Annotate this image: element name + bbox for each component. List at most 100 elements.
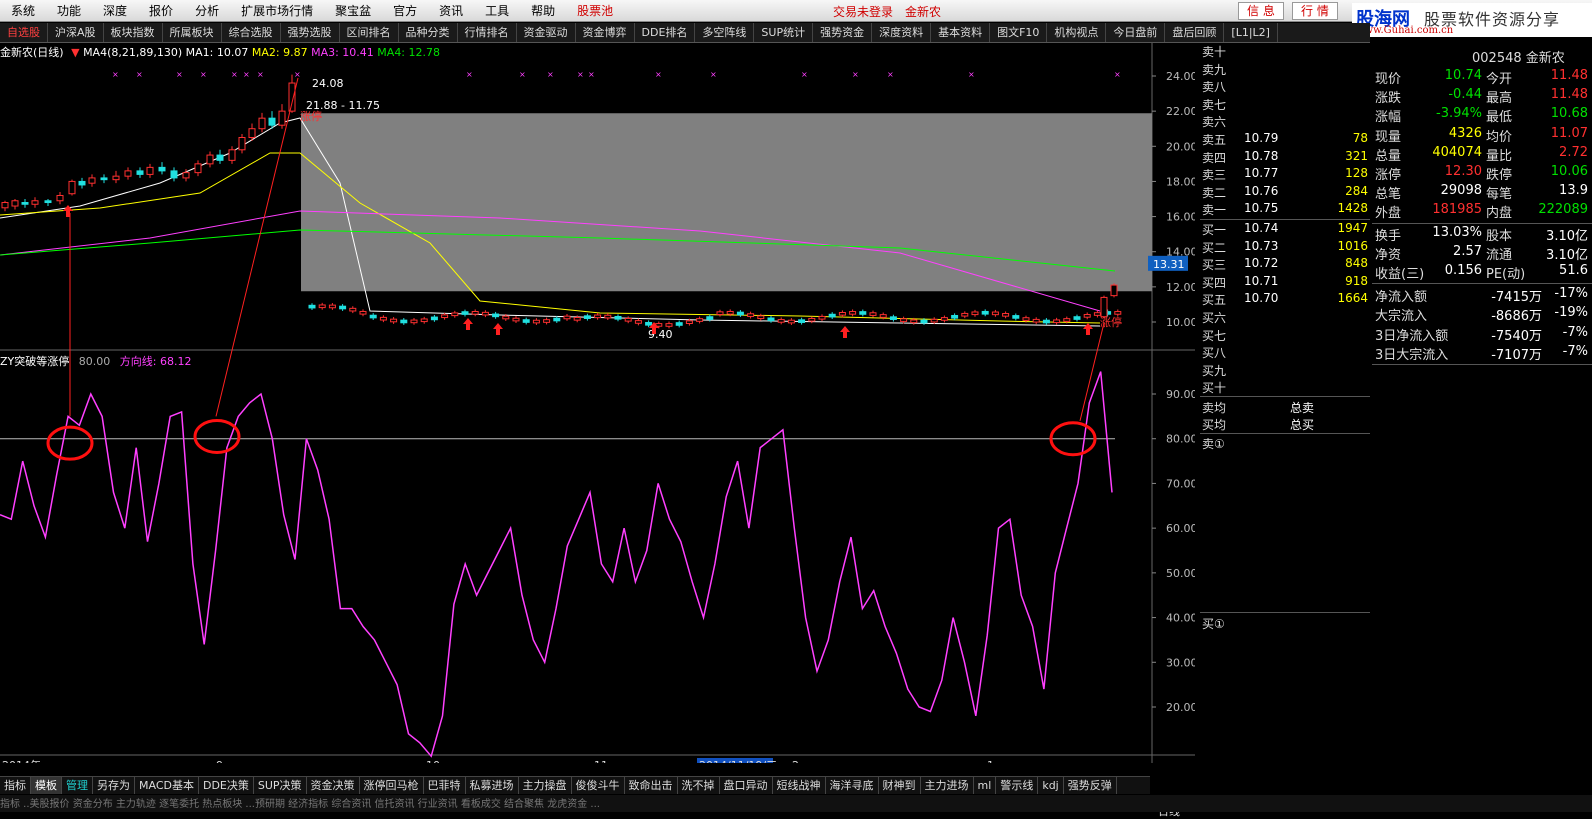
candle-body: [1093, 312, 1101, 316]
sell-level[interactable]: 卖十: [1200, 43, 1370, 59]
candle-body: [522, 319, 530, 323]
menu-item-2[interactable]: 深度: [92, 2, 138, 19]
tab-6[interactable]: 区间排名: [340, 23, 399, 42]
tab-20[interactable]: 盘后回顾: [1165, 23, 1225, 42]
tab-2[interactable]: 板块指数: [104, 23, 163, 42]
tab-17[interactable]: 图文F10: [990, 23, 1048, 42]
buy-level[interactable]: 买五 10.70 1664: [1200, 291, 1370, 307]
template-tab-5[interactable]: DDE决策: [199, 777, 254, 794]
template-tab-7[interactable]: 资金决策: [307, 777, 360, 794]
tab-19[interactable]: 今日盘前: [1106, 23, 1166, 42]
buy-level[interactable]: 买一 10.74 1947: [1200, 221, 1370, 237]
menu-item-10[interactable]: 帮助: [520, 2, 566, 19]
template-tab-17[interactable]: 海洋寻底: [826, 777, 879, 794]
template-tab-11[interactable]: 主力操盘: [519, 777, 572, 794]
tab-4[interactable]: 综合选股: [222, 23, 281, 42]
template-tab-12[interactable]: 俊俊斗牛: [572, 777, 625, 794]
menu-item-3[interactable]: 报价: [138, 2, 184, 19]
template-tab-0[interactable]: 指标: [0, 777, 31, 794]
sell-level[interactable]: 卖三 10.77 128: [1200, 166, 1370, 182]
tab-0[interactable]: 自选股: [0, 23, 48, 42]
tab-10[interactable]: 资金博弈: [576, 23, 635, 42]
chart-area[interactable]: 24.00 22.00 20.00 18.00 16.00 14.00 12.00 10.00…: [0, 43, 1198, 818]
candle-body: [359, 310, 367, 315]
buy-level[interactable]: 买九: [1200, 362, 1370, 378]
menu-item-7[interactable]: 官方: [382, 2, 428, 19]
template-tab-23[interactable]: 强势反弹: [1064, 777, 1117, 794]
candle-body: [339, 305, 347, 310]
sell-level[interactable]: 卖七: [1200, 96, 1370, 112]
template-tab-20[interactable]: ml: [974, 777, 997, 794]
template-tab-10[interactable]: 私募进场: [466, 777, 519, 794]
template-tab-1[interactable]: 模板: [31, 777, 62, 794]
tab-21[interactable]: [L1|L2]: [1224, 23, 1278, 42]
current-stock-name: 金新农: [905, 5, 942, 19]
buy-level[interactable]: 买三 10.72 848: [1200, 256, 1370, 272]
tab-7[interactable]: 品种分类: [399, 23, 458, 42]
template-tab-19[interactable]: 主力进场: [921, 777, 974, 794]
tab-16[interactable]: 基本资料: [931, 23, 991, 42]
template-tab-13[interactable]: 致命出击: [625, 777, 678, 794]
candle-body: [532, 319, 540, 324]
candle-body: [553, 317, 561, 322]
menu-item-4[interactable]: 分析: [184, 2, 230, 19]
tab-13[interactable]: SUP统计: [754, 23, 814, 42]
template-tab-2[interactable]: 管理: [62, 777, 93, 794]
buy-level[interactable]: 买六: [1200, 309, 1370, 325]
template-tab-21[interactable]: 警示线: [996, 777, 1039, 794]
tab-1[interactable]: 沪深A股: [48, 23, 104, 42]
sell-level[interactable]: 卖一 10.75 1428: [1200, 201, 1370, 217]
menu-item-0[interactable]: 系统: [0, 2, 46, 19]
template-tab-4[interactable]: MACD基本: [135, 777, 199, 794]
signal-marker: ×: [1114, 70, 1121, 79]
sell-level[interactable]: 卖六: [1200, 113, 1370, 129]
template-tab-14[interactable]: 洗不掉: [678, 777, 720, 794]
template-tab-15[interactable]: 盘口异动: [720, 777, 773, 794]
indicator-tick-label: 70.00: [1166, 477, 1195, 490]
tab-5[interactable]: 强势选股: [281, 23, 340, 42]
candle-body: [991, 311, 999, 316]
template-tab-8[interactable]: 涨停回马枪: [360, 777, 424, 794]
sell-level[interactable]: 卖八: [1200, 78, 1370, 94]
menu-item-6[interactable]: 聚宝盆: [324, 2, 382, 19]
candle-body: [808, 317, 816, 322]
menu-item-8[interactable]: 资讯: [428, 2, 474, 19]
buy-level[interactable]: 买十: [1200, 379, 1370, 395]
candle-body: [136, 170, 144, 175]
template-tab-18[interactable]: 财神到: [879, 777, 921, 794]
quote-button[interactable]: 行 情: [1292, 2, 1338, 20]
info-button[interactable]: 信 息: [1238, 2, 1284, 20]
fund-flow-row: 净流入额 -7415万 -17%: [1375, 286, 1588, 306]
sell-level[interactable]: 卖四 10.78 321: [1200, 149, 1370, 165]
kline-chart-svg[interactable]: 24.0022.0020.0018.0016.0014.0012.0010.00…: [0, 43, 1198, 772]
sell-level[interactable]: 卖九: [1200, 61, 1370, 77]
tab-3[interactable]: 所属板块: [163, 23, 222, 42]
tab-11[interactable]: DDE排名: [635, 23, 696, 42]
sell-level[interactable]: 卖五 10.79 78: [1200, 131, 1370, 147]
stock-pool-menu[interactable]: 股票池: [566, 2, 624, 19]
candle-body: [400, 319, 408, 324]
menu-item-5[interactable]: 扩展市场行情: [230, 2, 324, 19]
menu-item-9[interactable]: 工具: [474, 2, 520, 19]
buy-level[interactable]: 买二 10.73 1016: [1200, 239, 1370, 255]
template-tab-22[interactable]: kdj: [1038, 777, 1064, 794]
login-status[interactable]: 交易未登录: [833, 3, 893, 20]
tab-9[interactable]: 资金驱动: [517, 23, 576, 42]
tab-8[interactable]: 行情排名: [458, 23, 517, 42]
template-tab-3[interactable]: 另存为: [93, 777, 135, 794]
sell-level[interactable]: 卖二 10.76 284: [1200, 184, 1370, 200]
template-tab-6[interactable]: SUP决策: [254, 777, 307, 794]
signal-marker: ×: [243, 70, 250, 79]
tab-12[interactable]: 多空阵线: [695, 23, 755, 42]
menu-item-1[interactable]: 功能: [46, 2, 92, 19]
buy-level[interactable]: 买七: [1200, 327, 1370, 343]
buy-level[interactable]: 买四 10.71 918: [1200, 274, 1370, 290]
tab-14[interactable]: 强势资金: [813, 23, 873, 42]
buy-level[interactable]: 买八: [1200, 344, 1370, 360]
candle-body: [706, 316, 714, 320]
template-tab-9[interactable]: 巴菲特: [424, 777, 466, 794]
candle-body: [471, 311, 479, 315]
tab-15[interactable]: 深度资料: [872, 23, 932, 42]
tab-18[interactable]: 机构视点: [1047, 23, 1107, 42]
template-tab-16[interactable]: 短线战神: [773, 777, 826, 794]
